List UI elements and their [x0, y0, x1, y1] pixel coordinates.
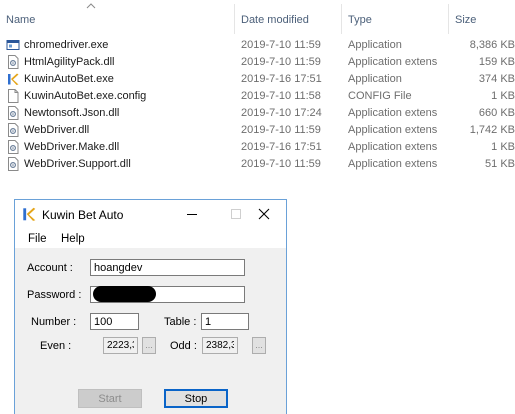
file-size: 374 KB: [478, 73, 515, 85]
file-row[interactable]: WebDriver.Make.dll 2019-7-16 17:51 Appli…: [0, 139, 515, 156]
odd-label: Odd :: [170, 340, 197, 352]
file-size: 660 KB: [478, 107, 515, 119]
minimize-button[interactable]: [170, 200, 214, 230]
file-name: KuwinAutoBet.exe: [24, 73, 114, 85]
table-label: Table :: [164, 316, 197, 328]
menu-help[interactable]: Help: [61, 233, 85, 245]
file-date: 2019-7-10 11:58: [241, 90, 321, 102]
window-titlebar[interactable]: Kuwin Bet Auto: [15, 200, 286, 230]
password-label: Password :: [27, 289, 82, 301]
file-size: 1 KB: [491, 90, 515, 102]
minimize-icon: [187, 214, 197, 215]
column-header-name[interactable]: Name: [6, 14, 35, 26]
file-date: 2019-7-10 11:59: [241, 158, 321, 170]
file-row[interactable]: WebDriver.dll 2019-7-10 11:59 Applicatio…: [0, 122, 515, 139]
kuwin-bet-auto-window: Kuwin Bet Auto File Help Account : Passw…: [14, 199, 287, 414]
exe-window-icon: [6, 40, 20, 50]
number-label: Number :: [31, 316, 77, 328]
file-size: 1 KB: [491, 141, 515, 153]
file-type: Application: [348, 39, 402, 51]
file-date: 2019-7-10 11:59: [241, 124, 321, 136]
kuwin-app-icon: [23, 207, 36, 221]
number-input[interactable]: [90, 313, 139, 330]
file-date: 2019-7-16 17:51: [241, 141, 322, 153]
close-icon: [258, 208, 270, 220]
file-size: 8,386 KB: [469, 39, 515, 51]
file-type: Application extens: [348, 56, 438, 68]
dll-file-icon: [8, 55, 19, 69]
even-label: Even :: [40, 340, 72, 352]
menu-bar: File Help: [15, 230, 286, 248]
start-button[interactable]: Start: [78, 389, 142, 408]
file-size: 51 KB: [485, 158, 515, 170]
file-row[interactable]: KuwinAutoBet.exe 2019-7-16 17:51 Applica…: [0, 71, 515, 88]
blank-file-icon: [8, 89, 19, 103]
file-list: chromedriver.exe 2019-7-10 11:59 Applica…: [0, 37, 515, 173]
file-type: CONFIG File: [348, 90, 412, 102]
file-size: 159 KB: [478, 56, 515, 68]
file-name: HtmlAgilityPack.dll: [24, 56, 115, 68]
redaction-mark: [93, 286, 156, 302]
column-divider[interactable]: [448, 4, 449, 34]
file-row[interactable]: chromedriver.exe 2019-7-10 11:59 Applica…: [0, 37, 515, 54]
menu-file[interactable]: File: [28, 233, 47, 245]
file-type: Application extens: [348, 107, 438, 119]
file-list-header: Name Date modified Type Size: [0, 0, 515, 40]
file-type: Application extens: [348, 124, 438, 136]
file-name: Newtonsoft.Json.dll: [24, 107, 120, 119]
odd-value: [202, 337, 238, 354]
file-row[interactable]: HtmlAgilityPack.dll 2019-7-10 11:59 Appl…: [0, 54, 515, 71]
sort-ascending-icon[interactable]: [86, 2, 96, 10]
file-name: WebDriver.dll: [24, 124, 90, 136]
window-title: Kuwin Bet Auto: [42, 208, 124, 222]
file-date: 2019-7-10 17:24: [241, 107, 322, 119]
file-name: chromedriver.exe: [24, 39, 109, 51]
table-input[interactable]: [201, 313, 249, 330]
close-button[interactable]: [242, 200, 286, 230]
column-header-date[interactable]: Date modified: [241, 14, 309, 26]
even-value: [103, 337, 138, 354]
column-divider[interactable]: [341, 4, 342, 34]
file-row[interactable]: WebDriver.Support.dll 2019-7-10 11:59 Ap…: [0, 156, 515, 173]
account-label: Account :: [27, 262, 73, 274]
file-name: WebDriver.Support.dll: [24, 158, 131, 170]
file-type: Application extens: [348, 141, 438, 153]
file-row[interactable]: Newtonsoft.Json.dll 2019-7-10 17:24 Appl…: [0, 105, 515, 122]
file-date: 2019-7-10 11:59: [241, 56, 321, 68]
column-divider[interactable]: [234, 4, 235, 34]
dll-file-icon: [8, 106, 19, 120]
column-header-type[interactable]: Type: [348, 14, 372, 26]
file-date: 2019-7-16 17:51: [241, 73, 322, 85]
file-date: 2019-7-10 11:59: [241, 39, 321, 51]
even-ellipsis-button[interactable]: ...: [142, 337, 156, 354]
file-row[interactable]: KuwinAutoBet.exe.config 2019-7-10 11:58 …: [0, 88, 515, 105]
dll-file-icon: [8, 123, 19, 137]
stop-button[interactable]: Stop: [164, 389, 228, 408]
dll-file-icon: [8, 157, 19, 171]
odd-ellipsis-button[interactable]: ...: [252, 337, 266, 354]
file-name: KuwinAutoBet.exe.config: [24, 90, 147, 102]
dll-file-icon: [8, 140, 19, 154]
account-input[interactable]: [90, 259, 245, 276]
file-size: 1,742 KB: [469, 124, 515, 136]
file-type: Application extens: [348, 158, 438, 170]
file-type: Application: [348, 73, 402, 85]
kuwin-app-icon: [8, 73, 19, 85]
file-name: WebDriver.Make.dll: [24, 141, 120, 153]
column-header-size[interactable]: Size: [455, 14, 476, 26]
